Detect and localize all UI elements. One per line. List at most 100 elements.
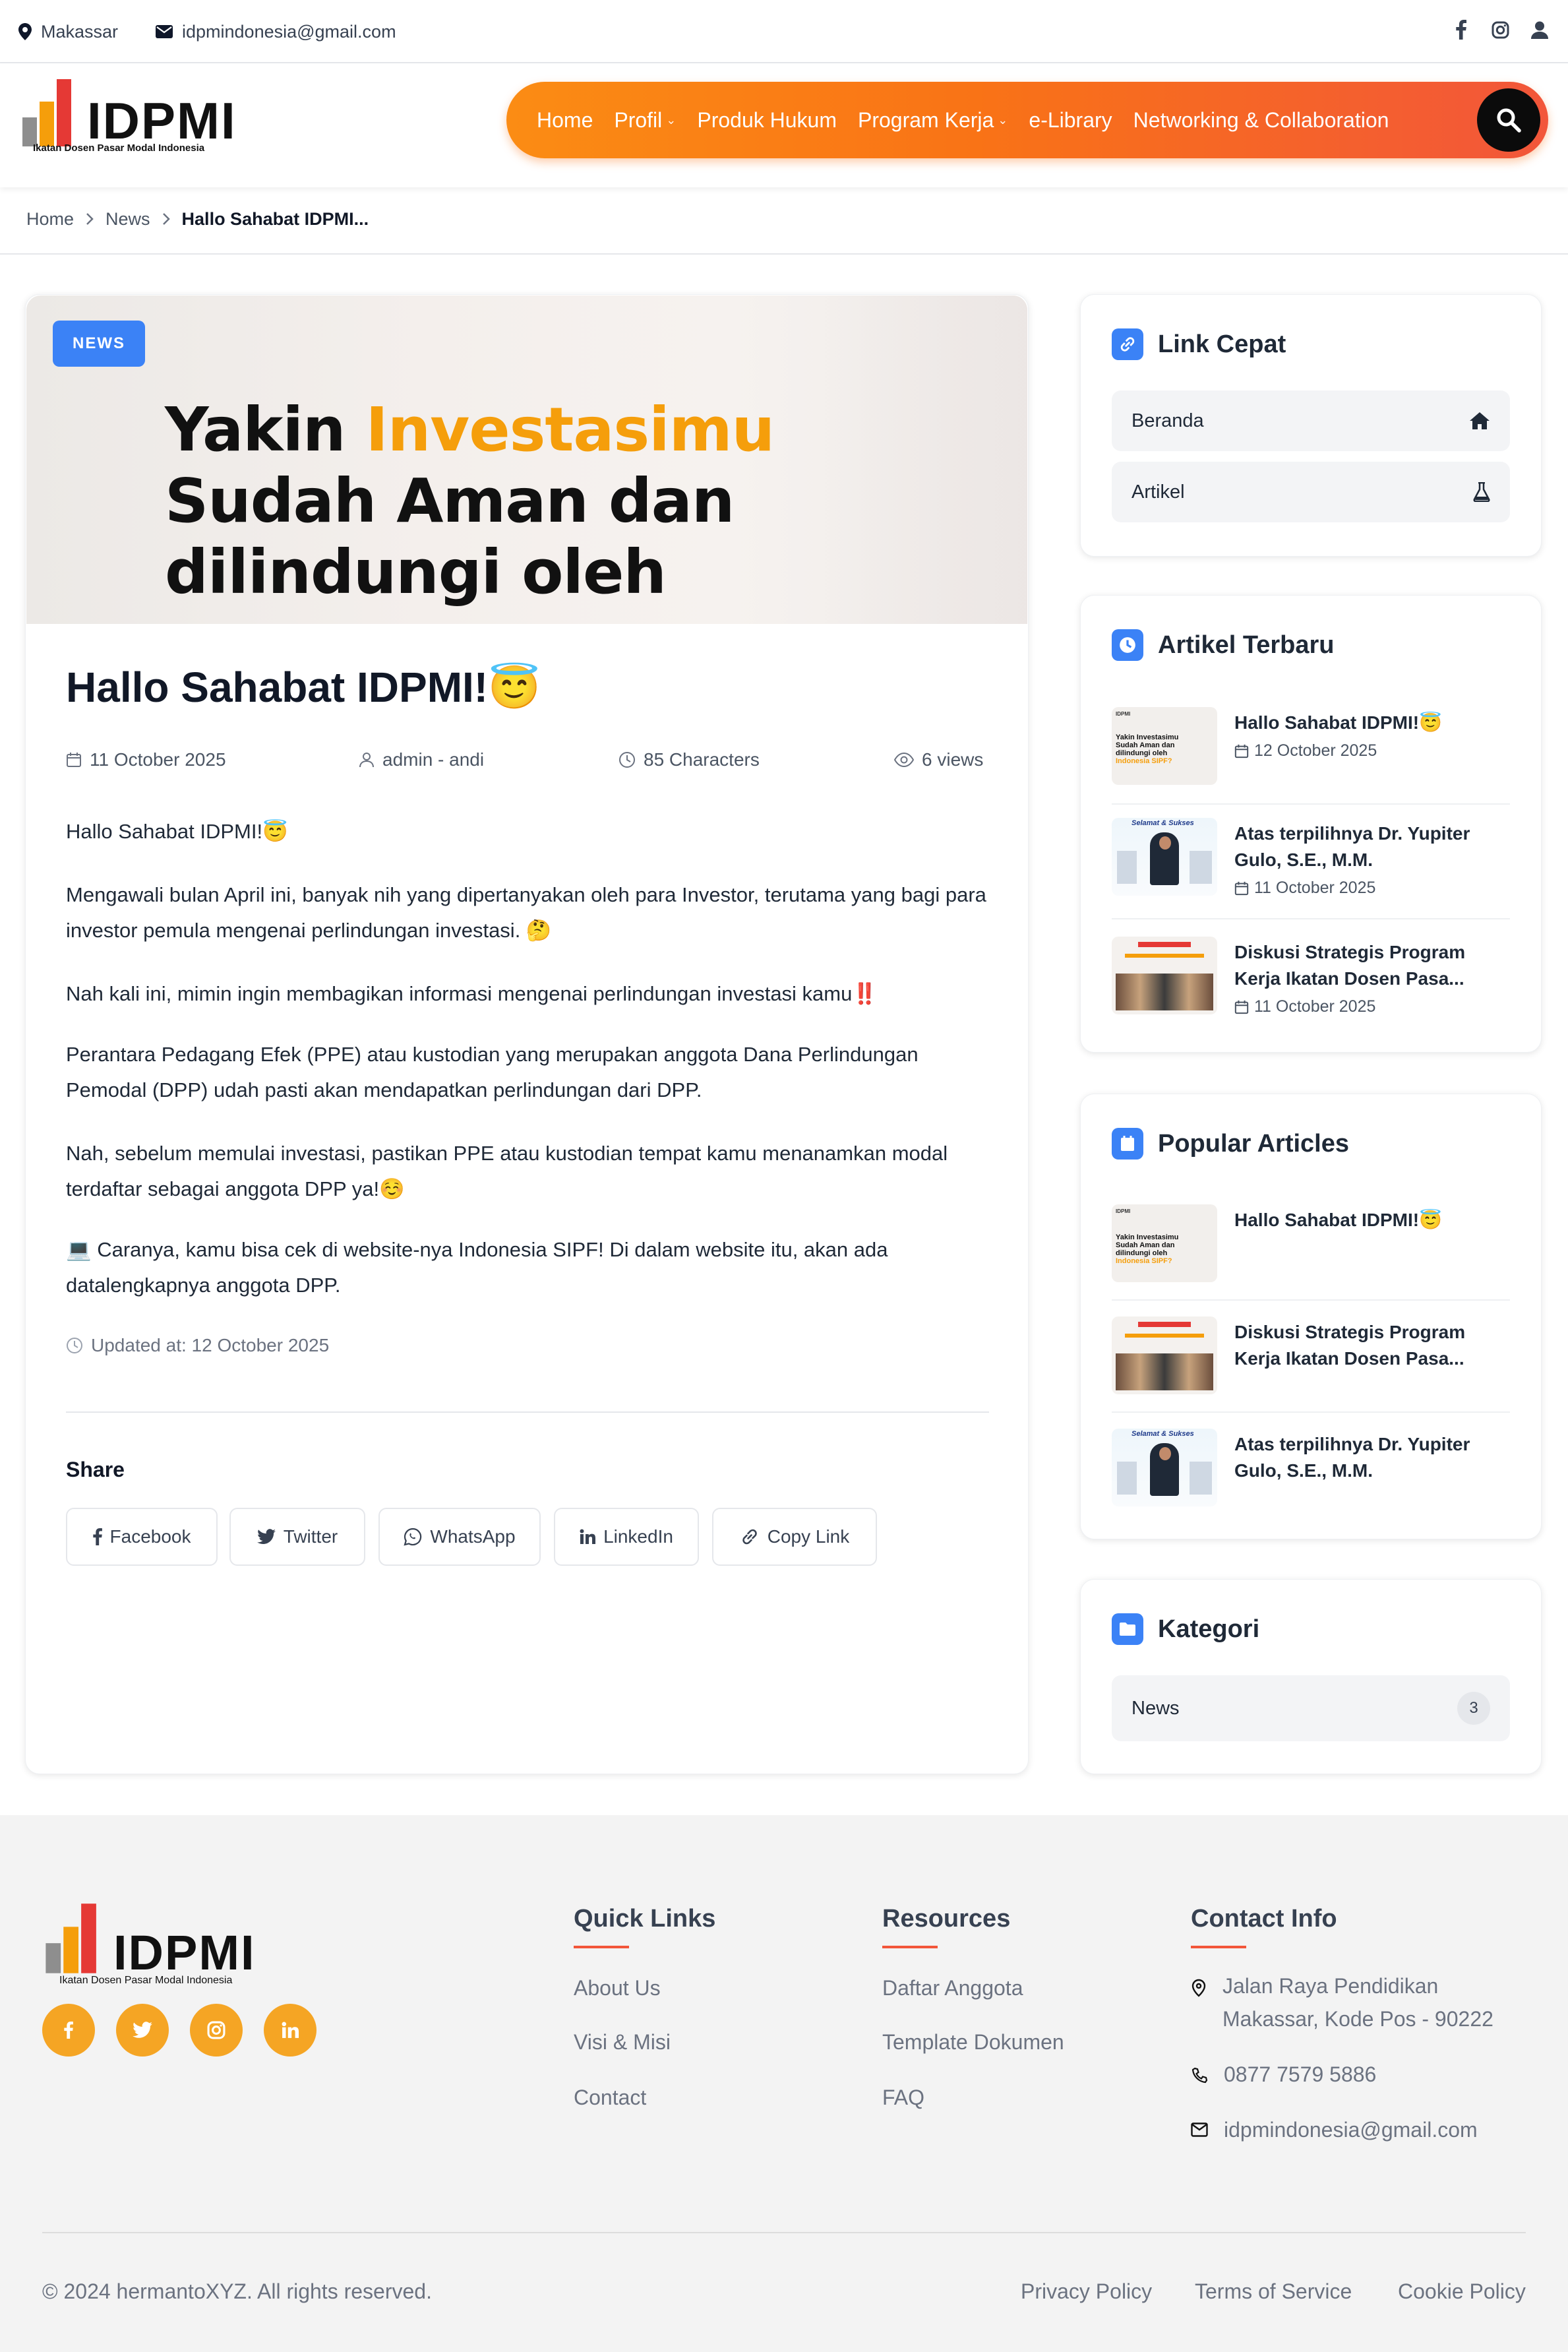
- footer-link-cookie[interactable]: Cookie Policy: [1398, 2279, 1526, 2304]
- thumb-banner: [1125, 954, 1204, 958]
- post-title[interactable]: Diskusi Strategis Program Kerja Ikatan D…: [1234, 939, 1511, 992]
- share-linkedin-button[interactable]: LinkedIn: [554, 1508, 699, 1566]
- calendar-icon: [1234, 881, 1249, 895]
- category-count-badge: 3: [1457, 1692, 1490, 1725]
- footer-link-contact[interactable]: Contact: [574, 2086, 646, 2110]
- footer-facebook-button[interactable]: [42, 2004, 95, 2057]
- footer-logo-subtitle: Ikatan Dosen Pasar Modal Indonesia: [59, 1975, 233, 1986]
- envelope-icon: [156, 25, 173, 38]
- chevron-right-icon: [162, 213, 170, 225]
- chevron-down-icon: ⌄: [666, 113, 677, 127]
- calendar-icon: [1234, 1000, 1249, 1014]
- footer-link-terms[interactable]: Terms of Service: [1195, 2279, 1352, 2304]
- latest-post-item[interactable]: Selamat & Sukses Atas terpilihnya Dr. Yu…: [1112, 818, 1510, 923]
- facebook-icon[interactable]: [1456, 20, 1466, 40]
- breadcrumb-news[interactable]: News: [106, 209, 150, 230]
- article-paragraph: Nah, sebelum memulai investasi, pastikan…: [66, 1142, 948, 1200]
- post-title[interactable]: Hallo Sahabat IDPMI!😇: [1234, 1207, 1511, 1233]
- footer-link-template[interactable]: Template Dokumen: [882, 2030, 1064, 2055]
- thumb-face: [1159, 836, 1171, 850]
- footer-link-faq[interactable]: FAQ: [882, 2086, 924, 2110]
- thumb-caption: Selamat & Sukses: [1131, 819, 1194, 827]
- latest-post-item[interactable]: IDPMI Yakin Investasimu Sudah Aman dan dil…: [1112, 707, 1510, 813]
- article-paragraph: Perantara Pedagang Efek (PPE) atau kusto…: [66, 1043, 919, 1101]
- thumb-bg: [1117, 1462, 1137, 1495]
- post-title[interactable]: Atas terpilihnya Dr. Yupiter Gulo, S.E.,…: [1234, 1431, 1511, 1484]
- post-divider: [1112, 1299, 1510, 1301]
- popular-post-item[interactable]: Selamat & Sukses Atas terpilihnya Dr. Yu…: [1112, 1429, 1510, 1514]
- footer-link-about[interactable]: About Us: [574, 1976, 661, 2000]
- post-title[interactable]: Hallo Sahabat IDPMI!😇: [1234, 710, 1511, 736]
- email-text[interactable]: idpmindonesia@gmail.com: [182, 22, 396, 42]
- thumb-group-photo: [1116, 1353, 1213, 1390]
- post-thumbnail: [1112, 1316, 1217, 1394]
- folder-icon: [1112, 1613, 1143, 1645]
- share-facebook-button[interactable]: Facebook: [66, 1508, 218, 1566]
- popular-post-item[interactable]: Diskusi Strategis Program Kerja Ikatan D…: [1112, 1316, 1510, 1422]
- footer-linkedin-button[interactable]: [264, 2004, 317, 2057]
- article-title: Hallo Sahabat IDPMI!😇: [66, 664, 541, 711]
- thumb-bg: [1190, 851, 1212, 884]
- footer-link-daftar-anggota[interactable]: Daftar Anggota: [882, 1976, 1023, 2000]
- thumb-logo-text: IDPMI: [1116, 1208, 1131, 1214]
- footer-phone[interactable]: 0877 7579 5886: [1191, 2058, 1376, 2091]
- post-thumbnail: IDPMI Yakin Investasimu Sudah Aman dan dil…: [1112, 707, 1217, 785]
- facebook-icon: [92, 1528, 102, 1545]
- popular-articles-title: Popular Articles: [1112, 1128, 1349, 1160]
- nav-program-kerja[interactable]: Program Kerja ⌄: [858, 108, 1008, 133]
- twitter-icon: [256, 1529, 276, 1544]
- nav-profil[interactable]: Profil ⌄: [614, 108, 676, 133]
- map-pin-icon: [18, 23, 32, 40]
- user-icon[interactable]: [1531, 21, 1548, 39]
- footer-contact-title: Contact Info: [1191, 1905, 1337, 1933]
- copy-link-button[interactable]: Copy Link: [712, 1508, 877, 1566]
- category-item-news[interactable]: News 3: [1112, 1675, 1510, 1741]
- nav-home[interactable]: Home: [537, 108, 593, 133]
- search-button[interactable]: [1477, 88, 1540, 152]
- thumb-bg: [1190, 1462, 1212, 1495]
- share-whatsapp-button[interactable]: WhatsApp: [378, 1508, 541, 1566]
- heading-underline: [574, 1946, 629, 1948]
- logo-text: IDPMI: [87, 92, 237, 150]
- nav-produk-hukum[interactable]: Produk Hukum: [697, 108, 837, 133]
- map-pin-icon: [1191, 1979, 1206, 1997]
- clock-icon: [67, 1338, 82, 1353]
- hero-shade: [818, 295, 1027, 624]
- popular-post-item[interactable]: IDPMI Yakin Investasimu Sudah Aman dan dil…: [1112, 1204, 1510, 1310]
- post-title[interactable]: Atas terpilihnya Dr. Yupiter Gulo, S.E.,…: [1234, 820, 1511, 873]
- email-info[interactable]: idpmindonesia@gmail.com: [156, 0, 396, 63]
- logo-subtitle: Ikatan Dosen Pasar Modal Indonesia: [33, 142, 205, 154]
- chevron-right-icon: [86, 213, 94, 225]
- copyright: © 2024 hermantoXYZ. All rights reserved.: [42, 2279, 432, 2303]
- post-thumbnail: Selamat & Sukses: [1112, 818, 1217, 896]
- share-twitter-button[interactable]: Twitter: [229, 1508, 365, 1566]
- nav-e-library[interactable]: e-Library: [1029, 108, 1112, 133]
- footer-email[interactable]: idpmindonesia@gmail.com: [1191, 2113, 1478, 2146]
- site-logo[interactable]: IDPMI Ikatan Dosen Pasar Modal Indonesia: [21, 75, 239, 154]
- thumb-face: [1159, 1447, 1171, 1460]
- category-badge[interactable]: NEWS: [53, 321, 145, 367]
- location-info: Makassar: [18, 0, 118, 63]
- whatsapp-icon: [404, 1528, 422, 1546]
- footer-link-visi-misi[interactable]: Visi & Misi: [574, 2030, 671, 2055]
- post-divider: [1112, 918, 1510, 919]
- post-title[interactable]: Diskusi Strategis Program Kerja Ikatan D…: [1234, 1319, 1511, 1372]
- nav-networking[interactable]: Networking & Collaboration: [1133, 108, 1389, 133]
- calendar-icon: [67, 753, 81, 767]
- footer-instagram-button[interactable]: [190, 2004, 243, 2057]
- link-icon: [1112, 328, 1143, 360]
- footer-address: Jalan Raya Pendidikan Makassar, Kode Pos …: [1191, 1969, 1493, 2035]
- categories-title: Kategori: [1112, 1613, 1259, 1645]
- quick-link-beranda[interactable]: Beranda: [1112, 390, 1510, 451]
- thumb-group-photo: [1116, 974, 1213, 1010]
- hero-headline-line3: dilindungi oleh: [165, 537, 667, 607]
- footer-twitter-button[interactable]: [116, 2004, 169, 2057]
- thumb-doc-text: Yakin Investasimu Sudah Aman dan dilindung…: [1116, 733, 1179, 765]
- meta-views: 6 views: [894, 745, 983, 774]
- latest-post-item[interactable]: Diskusi Strategis Program Kerja Ikatan D…: [1112, 937, 1510, 1029]
- quick-link-artikel[interactable]: Artikel: [1112, 462, 1510, 522]
- logo-bars-icon: [22, 79, 71, 146]
- footer-link-privacy[interactable]: Privacy Policy: [1021, 2279, 1152, 2304]
- breadcrumb-home[interactable]: Home: [26, 209, 74, 230]
- instagram-icon[interactable]: [1492, 21, 1509, 39]
